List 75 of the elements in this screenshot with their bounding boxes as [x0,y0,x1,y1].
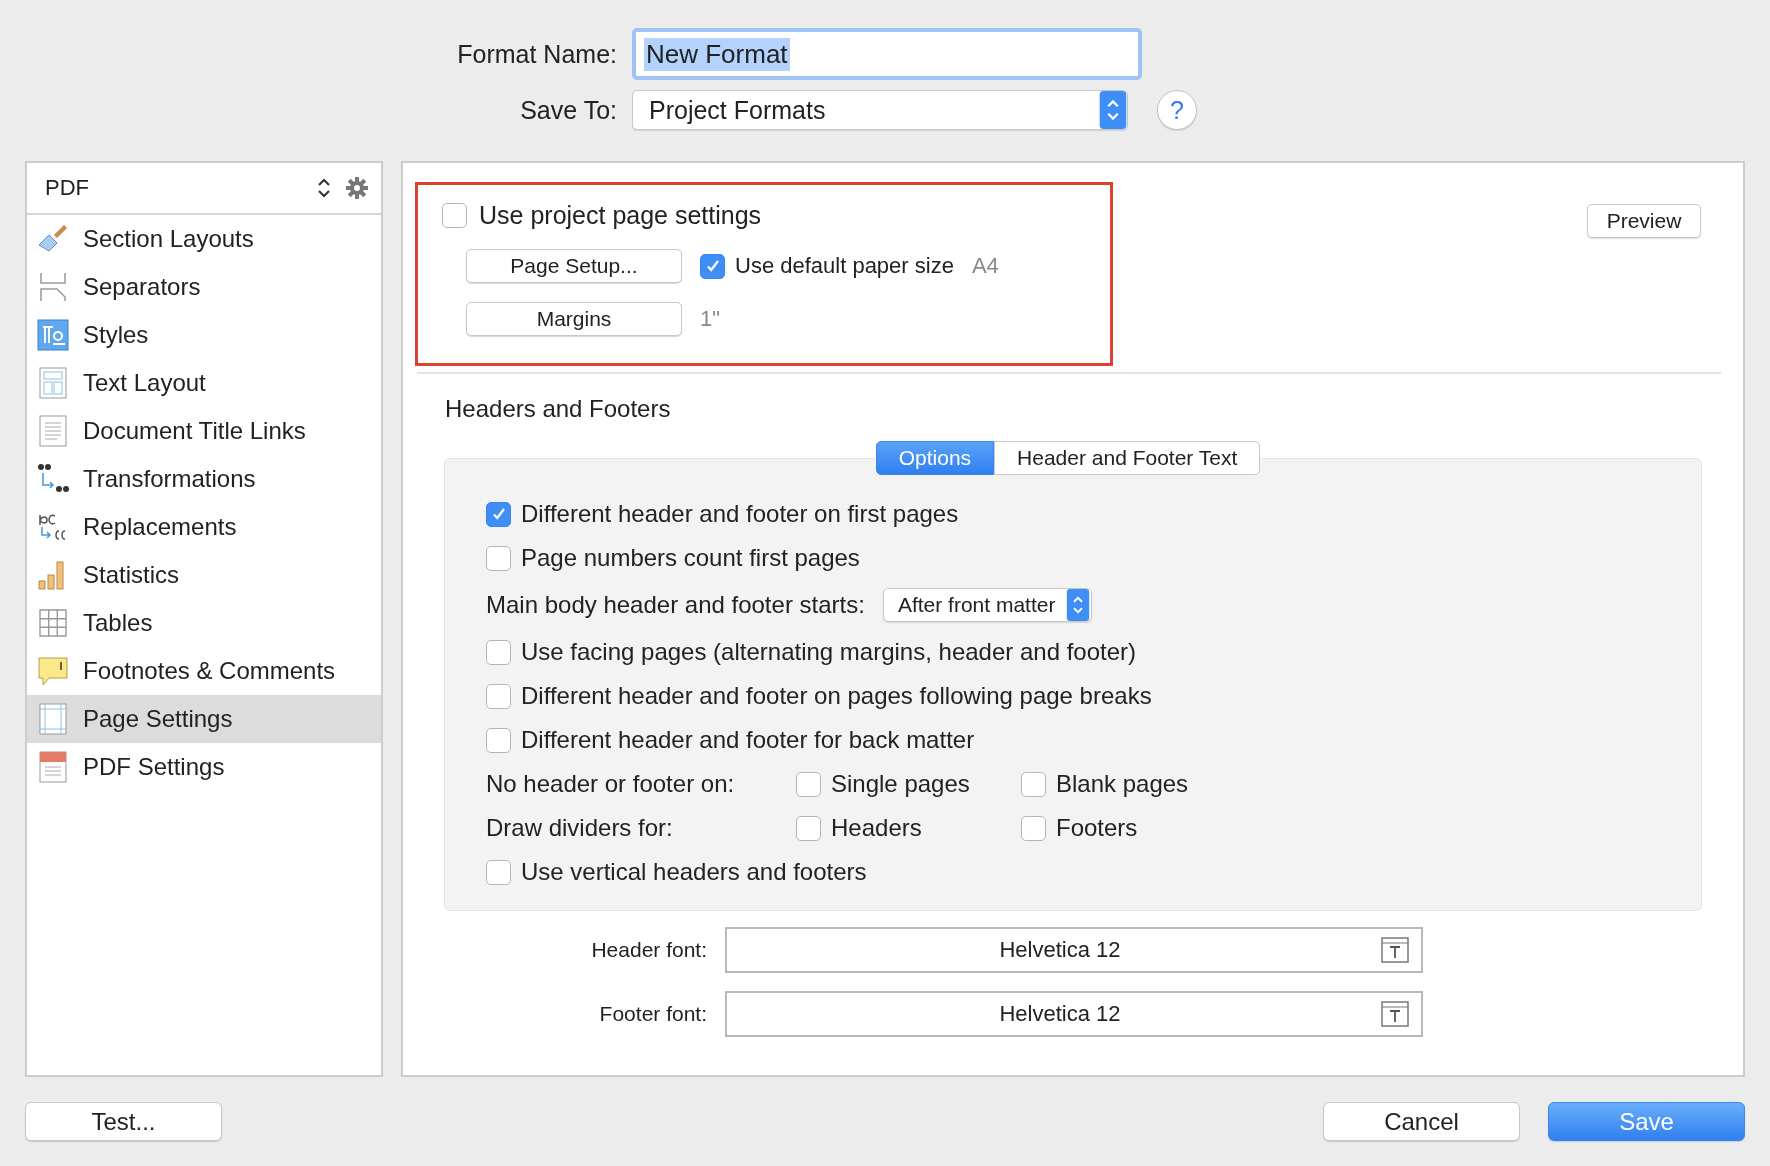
sidebar-item[interactable]: Separators [27,263,381,311]
margins-value: 1" [700,306,721,332]
paragraph-style-icon [37,319,69,351]
format-name-label: Format Name: [456,39,617,69]
checkbox[interactable] [796,815,821,841]
checkbox-label: Different header and footer on first pages [521,500,959,528]
checkbox[interactable] [486,727,511,753]
page-margins-icon [37,703,69,735]
save-to-label: Save To: [519,95,617,125]
checkbox[interactable] [486,859,511,885]
sidebar-item[interactable]: Statistics [27,551,381,599]
sidebar-item[interactable]: Replacements [27,503,381,551]
option-label: Draw dividers for: [486,814,674,842]
sidebar-item[interactable]: Transformations [27,455,381,503]
checkbox-label: Use default paper size [735,253,954,279]
font-label: Header font: [590,938,707,962]
up-down-chevron-icon[interactable] [317,177,331,199]
checkbox[interactable] [442,203,467,228]
checkbox-label: Different header and footer on pages following page breaks [521,682,1152,710]
checkbox[interactable] [1021,771,1046,797]
segment-tab[interactable]: Header and Footer Text [994,441,1261,475]
page-break-icon [37,271,69,303]
checkbox-label: Use facing pages (alternating margins, header and footer) [521,638,1137,666]
checkbox[interactable] [486,501,511,527]
font-panel-icon[interactable] [1381,937,1409,963]
checkbox[interactable] [796,771,821,797]
layout-icon [37,367,69,399]
sidebar-item[interactable]: Styles [27,311,381,359]
help-button[interactable]: ? [1157,90,1197,130]
sidebar-item[interactable]: Text Layout [27,359,381,407]
option-label: No header or footer on: [486,770,736,798]
sidebar-item[interactable]: PDF Settings [27,743,381,791]
font-panel-icon[interactable] [1381,1001,1409,1027]
checkbox-label: Headers [831,814,922,842]
checkbox-label: Page numbers count first pages [521,544,860,572]
sidebar-item[interactable]: Tables [27,599,381,647]
font-field[interactable]: Helvetica 12 [725,991,1423,1037]
font-field[interactable]: Helvetica 12 [725,927,1423,973]
paper-size-value: A4 [971,253,999,279]
checkbox[interactable] [1021,815,1046,841]
comment-icon [37,655,69,687]
checkbox-label: Single pages [831,770,970,798]
checkbox[interactable] [700,253,725,279]
quote-arrow-icon [37,463,69,495]
sidebar-item[interactable]: Document Title Links [27,407,381,455]
section-title: Headers and Footers [445,395,672,423]
checkbox-label: Blank pages [1056,770,1189,798]
cancel-button[interactable]: Cancel [1323,1102,1520,1141]
stepper-arrows-icon [1099,91,1127,129]
checkmark-icon [704,258,721,274]
checkbox-label: Use project page settings [479,201,762,230]
pdf-file-icon [37,751,69,783]
start-dropdown[interactable]: After front matter [882,588,1093,622]
dropdown-label: Main body header and footer starts: [486,591,865,619]
format-name-field[interactable]: New Format [632,28,1142,80]
checkbox-label: Footers [1056,814,1138,842]
save-to-dropdown[interactable]: Project Formats [632,90,1128,130]
document-icon [37,415,69,447]
margins-button[interactable]: Margins [466,302,682,336]
checkbox-label: Different header and footer for back matter [521,726,975,754]
sidebar-item[interactable]: Section Layouts [27,215,381,263]
test-button[interactable]: Test... [25,1102,222,1141]
checkbox-label: Use vertical headers and footers [521,858,867,886]
page-setup-button[interactable]: Page Setup... [466,249,682,283]
table-grid-icon [37,607,69,639]
checkbox[interactable] [486,545,511,571]
preview-button[interactable]: Preview [1587,204,1701,238]
font-label: Footer font: [598,1002,707,1026]
sidebar-item[interactable]: Footnotes & Comments [27,647,381,695]
checkbox[interactable] [486,683,511,709]
format-type-selector[interactable]: PDF [45,175,303,201]
stepper-arrows-icon [1065,589,1092,621]
sidebar-item[interactable]: Page Settings [27,695,381,743]
checkbox[interactable] [486,639,511,665]
checkmark-icon [490,506,507,522]
